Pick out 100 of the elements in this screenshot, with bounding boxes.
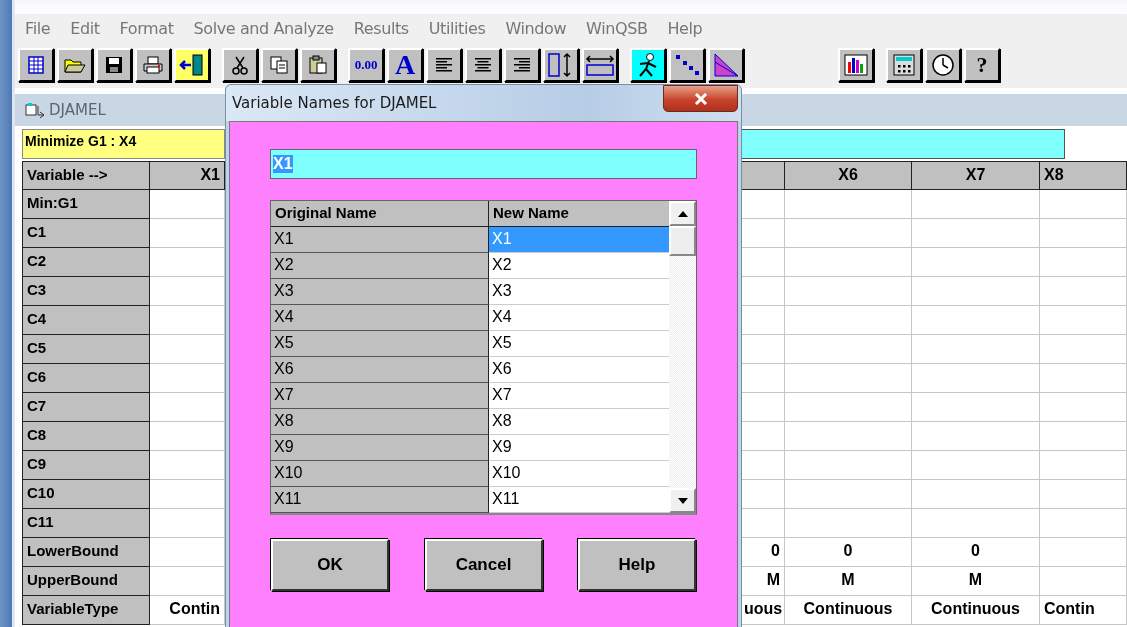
toolbar-button[interactable]: ?: [964, 48, 1000, 82]
toolbar-button[interactable]: [300, 48, 336, 82]
toolbar-button[interactable]: [669, 48, 705, 82]
row-header: Variable -->: [22, 161, 150, 190]
table-cell: X11: [271, 487, 489, 513]
scroll-up-icon[interactable]: [669, 201, 696, 226]
toolbar-button[interactable]: 0.00: [348, 48, 384, 82]
table-cell: [740, 364, 785, 393]
toolbar-button[interactable]: [838, 48, 874, 82]
column-width-icon: [585, 52, 615, 78]
objective-label: Minimize G1 : X4: [22, 129, 225, 159]
toolbar-button[interactable]: [543, 48, 579, 82]
table-cell[interactable]: X10: [489, 461, 669, 487]
table-cell: 0: [912, 538, 1040, 567]
printer-icon: [142, 55, 164, 75]
table-cell[interactable]: X11: [489, 487, 669, 513]
row-header: C8: [22, 422, 150, 451]
table-cell: 0: [740, 538, 785, 567]
spreadsheet-icon: [25, 102, 45, 118]
scroll-thumb[interactable]: [669, 226, 696, 256]
toolbar-button[interactable]: [174, 48, 210, 82]
menu-item[interactable]: Format: [109, 18, 184, 38]
table-cell[interactable]: X4: [489, 305, 669, 331]
toolbar-button[interactable]: [582, 48, 618, 82]
scissors-icon: [231, 55, 249, 75]
cell-entry-field[interactable]: [740, 129, 1065, 159]
menu-item[interactable]: Edit: [60, 18, 110, 38]
toolbar-button[interactable]: [261, 48, 297, 82]
calculator-icon: [892, 53, 916, 77]
row-header: VariableType: [22, 596, 150, 625]
menu-item[interactable]: Help: [657, 18, 713, 38]
table-cell: [740, 480, 785, 509]
bar-chart-icon: [844, 54, 868, 76]
menu-item[interactable]: Utilities: [418, 18, 496, 38]
row-header: C4: [22, 306, 150, 335]
triangle-chart-icon: [712, 52, 740, 78]
toolbar-button[interactable]: [630, 48, 666, 82]
align-left-icon: [435, 57, 453, 73]
table-cell[interactable]: X7: [489, 383, 669, 409]
table-cell: 0: [785, 538, 912, 567]
dialog-button[interactable]: Cancel: [424, 539, 543, 591]
scroll-down-icon[interactable]: [669, 488, 696, 513]
table-cell: Continuous: [912, 596, 1040, 625]
table-cell: X7: [271, 383, 489, 409]
table-cell[interactable]: X6: [489, 357, 669, 383]
table-cell: Continuous: [785, 596, 912, 625]
table-cell[interactable]: X3: [489, 279, 669, 305]
row-header: C5: [22, 335, 150, 364]
toolbar-button[interactable]: A: [387, 48, 423, 82]
table-cell: X3: [271, 279, 489, 305]
menu-item[interactable]: WinQSB: [576, 18, 658, 38]
toolbar-button[interactable]: [708, 48, 744, 82]
table-cell: [740, 451, 785, 480]
toolbar-button[interactable]: [925, 48, 961, 82]
table-cell[interactable]: X9: [489, 435, 669, 461]
document-title: DJAMEL: [49, 101, 106, 119]
dialog-button[interactable]: Help: [578, 539, 696, 591]
toolbar-button[interactable]: [135, 48, 171, 82]
door-exit-icon: [179, 53, 205, 77]
column-header: X7: [912, 161, 1040, 190]
row-header: LowerBound: [22, 538, 150, 567]
menu-item[interactable]: Solve and Analyze: [183, 18, 344, 38]
toolbar-button[interactable]: [426, 48, 462, 82]
table-cell: uous: [740, 596, 785, 625]
table-cell: [740, 306, 785, 335]
toolbar-button[interactable]: [465, 48, 501, 82]
align-center-icon: [474, 57, 492, 73]
row-header: C7: [22, 393, 150, 422]
row-header: C1: [22, 219, 150, 248]
table-cell: X2: [271, 253, 489, 279]
column-header: [740, 161, 785, 190]
table-cell: X6: [271, 357, 489, 383]
menu-item[interactable]: Results: [343, 18, 419, 38]
table-cell: X8: [271, 409, 489, 435]
toolbar-button[interactable]: [222, 48, 258, 82]
row-header: UpperBound: [22, 567, 150, 596]
align-right-icon: [513, 57, 531, 73]
table-cell: X10: [271, 461, 489, 487]
table-cell: [740, 335, 785, 364]
toolbar-button[interactable]: [504, 48, 540, 82]
toolbar-button[interactable]: [57, 48, 93, 82]
table-cell: M: [912, 567, 1040, 596]
dialog-title: Variable Names for DJAMEL: [232, 94, 437, 112]
close-icon: [693, 92, 708, 105]
toolbar-button[interactable]: [886, 48, 922, 82]
dialog-button[interactable]: OK: [271, 539, 389, 591]
row-header: Min:G1: [22, 190, 150, 219]
close-button[interactable]: [663, 85, 738, 112]
table-cell[interactable]: X8: [489, 409, 669, 435]
clipboard-icon: [308, 55, 328, 75]
toolbar-button[interactable]: [96, 48, 132, 82]
toolbar-button[interactable]: [18, 48, 54, 82]
menu-item[interactable]: Window: [495, 18, 577, 38]
table-cell: M: [785, 567, 912, 596]
table-cell[interactable]: X2: [489, 253, 669, 279]
table-cell: [740, 422, 785, 451]
scrollbar[interactable]: [669, 201, 696, 513]
column-header: Original Name: [271, 201, 489, 227]
table-cell[interactable]: X5: [489, 331, 669, 357]
menu-item[interactable]: File: [15, 18, 61, 38]
